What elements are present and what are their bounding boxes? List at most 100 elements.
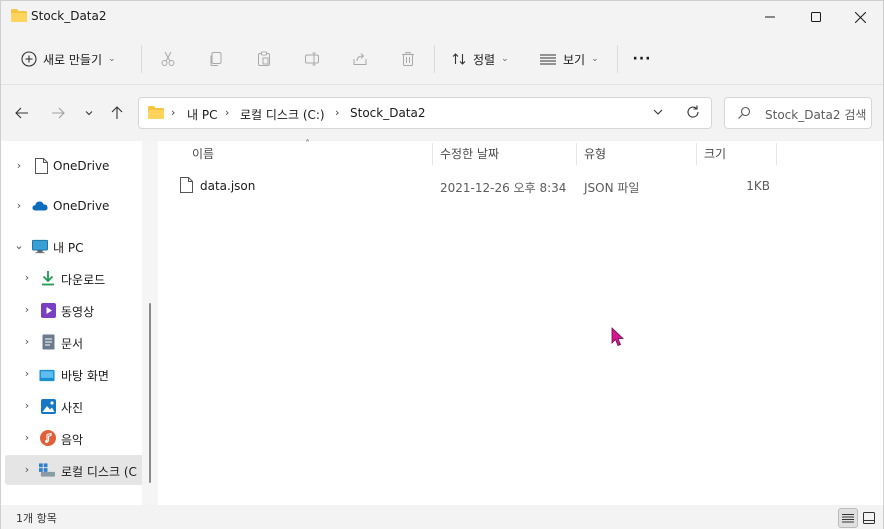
- chevron-down-icon: [653, 109, 663, 115]
- sidebar-item-onedrive-personal[interactable]: › OneDrive: [5, 151, 155, 181]
- sidebar-item-label: 음악: [61, 433, 84, 447]
- search-box[interactable]: Stock_Data2 검색: [724, 97, 872, 129]
- plus-circle-icon: [21, 51, 37, 67]
- sidebar-item-pictures[interactable]: › 사진: [5, 391, 155, 421]
- sidebar-item-label: 사진: [61, 401, 84, 415]
- column-header-modified[interactable]: 수정한 날짜: [440, 145, 499, 167]
- minimize-button[interactable]: [747, 1, 793, 33]
- file-modified: 2021-12-26 오후 8:34: [440, 181, 567, 195]
- column-header-type[interactable]: 유형: [584, 145, 606, 167]
- refresh-icon: [687, 105, 699, 118]
- sidebar-item-downloads[interactable]: › 다운로드: [5, 263, 155, 293]
- search-input[interactable]: Stock_Data2 검색: [765, 106, 866, 123]
- chevron-down-icon: ⌄: [108, 54, 116, 64]
- content-area: › OneDrive › OneDrive ⌄ 내 PC › 다운로드 › 동영…: [1, 139, 883, 505]
- forward-button[interactable]: [46, 101, 70, 125]
- sidebar-item-videos[interactable]: › 동영상: [5, 295, 155, 325]
- item-count: 1개 항목: [16, 512, 57, 525]
- sidebar-item-onedrive[interactable]: › OneDrive: [5, 191, 155, 221]
- folder-icon: [11, 9, 27, 22]
- sidebar-item-documents[interactable]: › 문서: [5, 327, 155, 357]
- more-icon: ···: [632, 51, 652, 67]
- details-view-button[interactable]: [838, 508, 858, 528]
- chevron-right-icon: ›: [24, 431, 30, 444]
- column-header-size[interactable]: 크기: [704, 145, 726, 167]
- sort-button[interactable]: 정렬 ⌄: [447, 45, 513, 73]
- folder-icon: [148, 106, 164, 122]
- view-button[interactable]: 보기 ⌄: [535, 45, 603, 73]
- sort-ascending-icon: ˄: [305, 139, 310, 150]
- download-icon: [40, 270, 56, 286]
- chevron-down-icon: ⌄: [501, 54, 509, 64]
- command-bar: 새로 만들기 ⌄ 정렬 ⌄ 보기 ⌄ ···: [1, 33, 883, 85]
- maximize-button[interactable]: [793, 1, 839, 33]
- window-title: Stock_Data2: [31, 9, 107, 23]
- up-button[interactable]: [105, 101, 129, 125]
- sidebar-item-label: 문서: [61, 337, 84, 351]
- sidebar-item-label: OneDrive: [53, 199, 110, 213]
- navigation-pane: › OneDrive › OneDrive ⌄ 내 PC › 다운로드 › 동영…: [1, 141, 158, 505]
- details-view-icon: [842, 514, 854, 523]
- chevron-right-icon: ›: [24, 335, 30, 348]
- document-icon: [33, 158, 49, 174]
- drive-icon: [39, 462, 55, 478]
- toolbar-divider: [141, 45, 142, 73]
- new-button-label: 새로 만들기: [43, 52, 103, 67]
- tiles-view-button[interactable]: [859, 508, 879, 528]
- computer-icon: [32, 238, 48, 254]
- video-icon: [40, 302, 56, 318]
- view-button-label: 보기: [563, 52, 586, 67]
- more-options-button[interactable]: ···: [630, 47, 654, 71]
- sidebar-item-label: 다운로드: [61, 273, 106, 287]
- chevron-right-icon: ›: [24, 303, 30, 316]
- music-icon: [40, 430, 56, 446]
- recent-locations-button[interactable]: [77, 101, 101, 125]
- sidebar-item-local-disk[interactable]: › 로컬 디스크 (C: [5, 455, 155, 485]
- sidebar-item-label: 바탕 화면: [61, 369, 109, 383]
- column-header-name[interactable]: 이름: [192, 145, 214, 167]
- close-button[interactable]: [837, 1, 883, 33]
- mouse-cursor-icon: [611, 327, 624, 350]
- sidebar-item-music[interactable]: › 음악: [5, 423, 155, 453]
- breadcrumb-this-pc[interactable]: 내 PC: [187, 106, 217, 123]
- file-name: data.json: [200, 179, 256, 193]
- title-bar[interactable]: Stock_Data2: [1, 1, 883, 33]
- chevron-down-icon: ⌄: [14, 239, 24, 252]
- delete-button[interactable]: [396, 47, 420, 71]
- search-icon: [737, 106, 751, 123]
- share-icon: [353, 53, 367, 65]
- back-button[interactable]: [10, 101, 34, 125]
- share-button[interactable]: [348, 47, 372, 71]
- paste-button[interactable]: [252, 47, 276, 71]
- breadcrumb-stock-data2[interactable]: Stock_Data2: [350, 106, 426, 120]
- sidebar-item-this-pc[interactable]: ⌄ 내 PC: [5, 231, 155, 261]
- toolbar-divider: [434, 45, 435, 73]
- scissors-icon: [161, 51, 175, 66]
- sidebar-item-desktop[interactable]: › 바탕 화면: [5, 359, 155, 389]
- sort-button-label: 정렬: [473, 52, 496, 67]
- view-list-icon: [540, 54, 556, 65]
- cut-button[interactable]: [156, 47, 180, 71]
- sidebar-item-label: OneDrive: [53, 159, 110, 173]
- chevron-right-icon: ›: [24, 399, 30, 412]
- clipboard-icon: [258, 51, 270, 66]
- column-divider[interactable]: [576, 143, 577, 165]
- rename-button[interactable]: [300, 47, 324, 71]
- sidebar-scrollbar-thumb[interactable]: [149, 303, 151, 483]
- column-divider[interactable]: [776, 143, 777, 165]
- arrow-right-icon: [52, 107, 65, 119]
- breadcrumb-local-disk[interactable]: 로컬 디스크 (C:): [240, 106, 325, 123]
- address-history-button[interactable]: [651, 105, 665, 122]
- copy-button[interactable]: [204, 47, 228, 71]
- sidebar-item-label: 내 PC: [53, 241, 84, 255]
- address-bar[interactable]: › 내 PC › 로컬 디스크 (C:) › Stock_Data2: [138, 97, 712, 129]
- column-divider[interactable]: [696, 143, 697, 165]
- arrow-up-icon: [111, 106, 123, 119]
- file-explorer-window: Stock_Data2 새로 만들기 ⌄ 정렬 ⌄ 보기 ⌄ ··· › 내 P…: [0, 0, 884, 529]
- refresh-button[interactable]: [685, 104, 701, 123]
- column-divider[interactable]: [432, 143, 433, 165]
- tiles-view-icon: [863, 512, 875, 524]
- file-type: JSON 파일: [584, 181, 640, 195]
- new-button[interactable]: 새로 만들기 ⌄: [15, 45, 122, 73]
- chevron-down-icon: ⌄: [591, 54, 599, 64]
